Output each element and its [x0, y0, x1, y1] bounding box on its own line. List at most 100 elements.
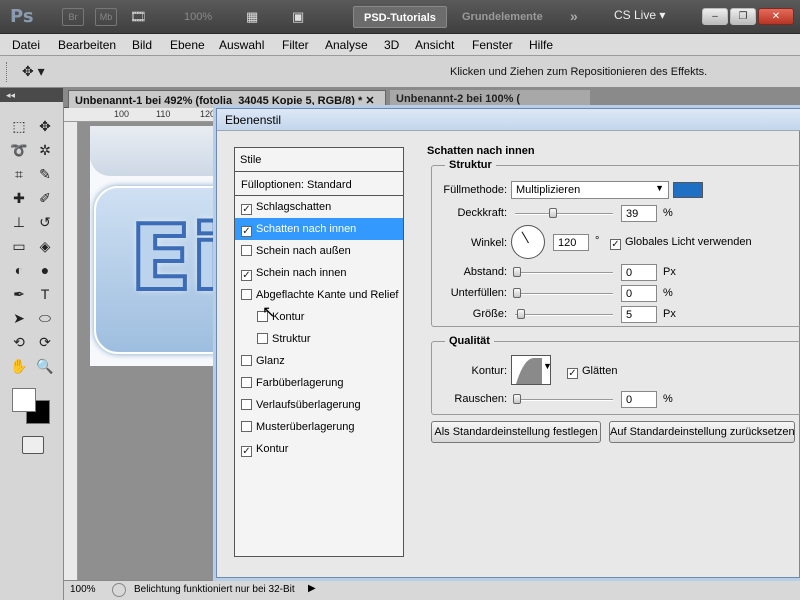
checkbox-outer-glow[interactable] — [241, 245, 252, 256]
checkbox-inner-shadow[interactable]: ✓ — [241, 226, 252, 237]
menu-bild[interactable]: Bild — [132, 38, 152, 52]
checkbox-drop-shadow[interactable]: ✓ — [241, 204, 252, 215]
checkbox-inner-glow[interactable]: ✓ — [241, 270, 252, 281]
antialias-option[interactable]: ✓ Glätten — [567, 365, 617, 379]
shadow-color-swatch[interactable] — [673, 182, 703, 198]
checkbox-color-overlay[interactable] — [241, 377, 252, 388]
menu-ebene[interactable]: Ebene — [170, 38, 205, 52]
checkbox-pattern-overlay[interactable] — [241, 421, 252, 432]
hand-tool-icon[interactable]: ✋ — [8, 356, 30, 376]
distance-slider[interactable] — [515, 272, 613, 274]
global-light-checkbox[interactable]: ✓ — [610, 239, 621, 250]
style-item-outer-glow[interactable]: Schein nach außen — [235, 240, 403, 262]
choke-slider[interactable] — [515, 293, 613, 295]
menu-datei[interactable]: Datei — [12, 38, 40, 52]
zoom-level[interactable]: 100% — [184, 11, 212, 23]
opacity-slider[interactable] — [515, 213, 613, 215]
opacity-input[interactable]: 39 — [621, 205, 657, 222]
mini-bridge-button[interactable]: Mb — [95, 8, 117, 26]
menu-hilfe[interactable]: Hilfe — [529, 38, 553, 52]
fill-options-item[interactable]: Fülloptionen: Standard — [235, 174, 403, 196]
menu-bearbeiten[interactable]: Bearbeiten — [58, 38, 116, 52]
choke-input[interactable]: 0 — [621, 285, 657, 302]
angle-dial[interactable] — [511, 225, 545, 259]
eraser-tool-icon[interactable]: ▭ — [8, 236, 30, 256]
cs-live-menu[interactable]: CS Live ▾ — [614, 8, 665, 22]
choke-slider-handle[interactable] — [513, 288, 521, 298]
ellipse-tool-icon[interactable]: ⬭ — [34, 308, 56, 328]
reset-default-button[interactable]: Auf Standardeinstellung zurücksetzen — [609, 421, 795, 443]
marquee-tool-icon[interactable]: ⬚ — [8, 116, 30, 136]
opacity-slider-handle[interactable] — [549, 208, 558, 218]
checkbox-satin[interactable] — [241, 355, 252, 366]
menu-filter[interactable]: Filter — [282, 38, 309, 52]
maximize-button[interactable]: ❐ — [730, 8, 756, 25]
style-item-pattern-overlay[interactable]: Musterüberlagerung — [235, 416, 403, 438]
distance-slider-handle[interactable] — [513, 267, 521, 277]
arrange-documents-icon[interactable]: ▦ — [246, 9, 258, 25]
paint-bucket-icon[interactable]: ◈ — [34, 236, 56, 256]
3d-orbit-icon[interactable]: ⟳ — [34, 332, 56, 352]
style-item-stroke[interactable]: ✓ Kontur — [235, 438, 403, 460]
options-bar-grip[interactable] — [6, 62, 10, 82]
eyedropper-icon[interactable]: ✎ — [34, 164, 56, 184]
move-tool-preset-icon[interactable]: ✥ ▾ — [22, 63, 45, 80]
healing-brush-icon[interactable]: ✚ — [8, 188, 30, 208]
styles-header[interactable]: Stile — [235, 148, 403, 172]
brush-tool-icon[interactable]: ✐ — [34, 188, 56, 208]
film-strip-icon[interactable]: 🎞 — [130, 9, 147, 25]
menu-fenster[interactable]: Fenster — [472, 38, 513, 52]
style-item-color-overlay[interactable]: Farbüberlagerung — [235, 372, 403, 394]
make-default-button[interactable]: Als Standardeinstellung festlegen — [431, 421, 601, 443]
noise-input[interactable]: 0 — [621, 391, 657, 408]
tab-unbenannt-1[interactable]: Unbenannt-1 bei 492% (fotolia_34045 Kopi… — [68, 90, 386, 108]
clone-stamp-icon[interactable]: ⊥ — [8, 212, 30, 232]
distance-input[interactable]: 0 — [621, 264, 657, 281]
minimize-button[interactable]: – — [702, 8, 728, 25]
checkbox-bevel-emboss[interactable] — [241, 289, 252, 300]
style-item-gradient-overlay[interactable]: Verlaufsüberlagerung — [235, 394, 403, 416]
history-brush-icon[interactable]: ↺ — [34, 212, 56, 232]
tab-unbenannt-2[interactable]: Unbenannt-2 bei 100% ( — [390, 90, 590, 108]
menu-ansicht[interactable]: Ansicht — [415, 38, 454, 52]
size-slider[interactable] — [515, 314, 613, 316]
close-button[interactable]: ✕ — [758, 8, 794, 25]
size-slider-handle[interactable] — [517, 309, 525, 319]
angle-input[interactable]: 120 — [553, 234, 589, 251]
antialias-checkbox[interactable]: ✓ — [567, 368, 578, 379]
noise-slider[interactable] — [515, 399, 613, 401]
crop-tool-icon[interactable]: ⌗ — [8, 164, 30, 184]
checkbox-gradient-overlay[interactable] — [241, 399, 252, 410]
checkbox-stroke[interactable]: ✓ — [241, 446, 252, 457]
style-item-inner-glow[interactable]: ✓ Schein nach innen — [235, 262, 403, 284]
menu-analyse[interactable]: Analyse — [325, 38, 368, 52]
blend-mode-select[interactable]: Multiplizieren ▼ — [511, 181, 669, 199]
style-item-inner-shadow[interactable]: ✓ Schatten nach innen — [235, 218, 403, 240]
path-selection-icon[interactable]: ➤ — [8, 308, 30, 328]
screen-mode-icon[interactable]: ▣ — [292, 9, 304, 25]
tools-panel-header[interactable]: ◂◂ — [0, 88, 63, 102]
style-item-drop-shadow[interactable]: ✓ Schlagschatten — [235, 196, 403, 218]
type-tool-icon[interactable]: T — [34, 284, 56, 304]
dodge-tool-icon[interactable]: ● — [34, 260, 56, 280]
3d-rotate-icon[interactable]: ⟲ — [8, 332, 30, 352]
status-info-icon[interactable] — [112, 583, 126, 597]
status-zoom[interactable]: 100% — [70, 584, 96, 595]
pen-tool-icon[interactable]: ✒ — [8, 284, 30, 304]
size-input[interactable]: 5 — [621, 306, 657, 323]
style-item-bevel-contour[interactable]: Kontur — [235, 306, 403, 328]
move-tool-icon[interactable]: ✥ — [34, 116, 56, 136]
magic-wand-icon[interactable]: ✲ — [34, 140, 56, 160]
quick-mask-icon[interactable] — [22, 436, 44, 454]
style-item-satin[interactable]: Glanz — [235, 350, 403, 372]
more-workspaces-icon[interactable]: » — [570, 8, 578, 24]
style-item-bevel-emboss[interactable]: Abgeflachte Kante und Relief — [235, 284, 403, 306]
blur-tool-icon[interactable]: ◐ — [8, 260, 30, 280]
workspace-grundelemente[interactable]: Grundelemente — [452, 6, 560, 28]
checkbox-texture[interactable] — [257, 333, 268, 344]
workspace-psd-tutorials[interactable]: PSD-Tutorials — [353, 6, 447, 28]
bridge-button[interactable]: Br — [62, 8, 84, 26]
lasso-tool-icon[interactable]: ➰ — [8, 140, 30, 160]
style-item-texture[interactable]: Struktur — [235, 328, 403, 350]
dialog-title-bar[interactable]: Ebenenstil — [217, 109, 800, 131]
